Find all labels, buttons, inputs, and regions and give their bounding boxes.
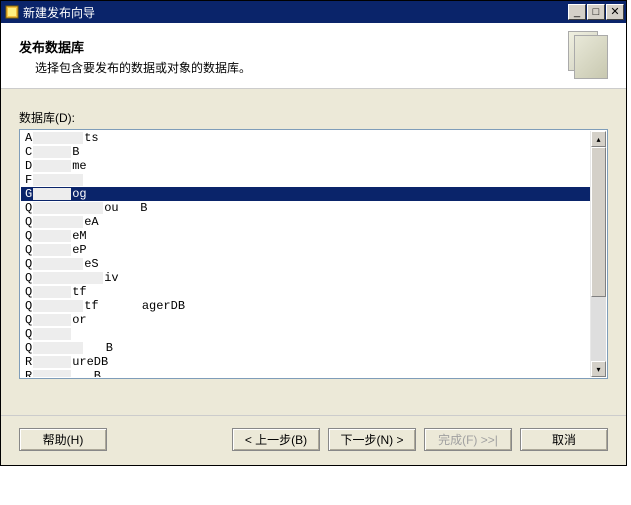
obscured-text xyxy=(33,202,103,214)
minimize-button[interactable]: _ xyxy=(568,4,586,20)
obscured-text xyxy=(33,370,71,377)
list-item-prefix: Q xyxy=(25,285,32,299)
list-item-prefix: F xyxy=(25,173,32,187)
list-item-suffix: ts xyxy=(84,131,98,145)
obscured-text xyxy=(33,230,71,242)
obscured-text xyxy=(33,216,83,228)
obscured-text xyxy=(33,342,83,354)
list-item-suffix: eA xyxy=(84,215,98,229)
list-item[interactable]: QeM xyxy=(21,229,590,243)
header-graphic-icon xyxy=(560,31,608,83)
list-item-prefix: Q xyxy=(25,327,32,341)
window-title: 新建发布向导 xyxy=(23,4,567,21)
list-item[interactable]: QeP xyxy=(21,243,590,257)
list-item-prefix: Q xyxy=(25,271,32,285)
list-item-prefix: Q xyxy=(25,299,32,313)
list-item-prefix: A xyxy=(25,131,32,145)
obscured-text xyxy=(33,328,71,340)
content-area: 数据库(D): AtsCBDmeFGogQou BQeAQeMQePQeSQiv… xyxy=(1,89,626,415)
list-item-suffix: eS xyxy=(84,257,98,271)
finish-button: 完成(F) >>| xyxy=(424,428,512,451)
list-item-suffix: og xyxy=(72,187,86,201)
database-listbox[interactable]: AtsCBDmeFGogQou BQeAQeMQePQeSQivQtfQtf a… xyxy=(19,129,608,379)
maximize-button[interactable]: □ xyxy=(587,4,605,20)
list-item[interactable]: Ats xyxy=(21,131,590,145)
list-item-prefix: Q xyxy=(25,215,32,229)
obscured-text xyxy=(33,286,71,298)
obscured-text xyxy=(33,356,71,368)
list-item-suffix: B xyxy=(84,341,113,355)
next-button[interactable]: 下一步(N) > xyxy=(328,428,416,451)
page-title: 发布数据库 xyxy=(19,37,560,56)
obscured-text xyxy=(33,188,71,200)
database-list[interactable]: AtsCBDmeFGogQou BQeAQeMQePQeSQivQtfQtf a… xyxy=(21,131,590,377)
list-item[interactable]: R B xyxy=(21,369,590,377)
wizard-footer: 帮助(H) < 上一步(B) 下一步(N) > 完成(F) >>| 取消 xyxy=(1,415,626,465)
list-item-suffix: ureDB xyxy=(72,355,108,369)
list-item[interactable]: Qor xyxy=(21,313,590,327)
obscured-text xyxy=(33,174,83,186)
obscured-text xyxy=(33,146,71,158)
list-item-suffix: tf agerDB xyxy=(84,299,185,313)
app-icon xyxy=(5,5,19,19)
list-item-prefix: D xyxy=(25,159,32,173)
list-item-suffix: tf xyxy=(72,285,86,299)
list-item-suffix: or xyxy=(72,313,86,327)
list-item[interactable]: RureDB xyxy=(21,355,590,369)
window-buttons: _ □ ✕ xyxy=(567,4,624,20)
list-item-prefix: R xyxy=(25,369,32,377)
list-item-prefix: Q xyxy=(25,341,32,355)
list-item[interactable]: Dme xyxy=(21,159,590,173)
list-item-suffix: B xyxy=(72,145,79,159)
list-item[interactable]: Qtf agerDB xyxy=(21,299,590,313)
list-item-prefix: Q xyxy=(25,201,32,215)
list-item-prefix: Q xyxy=(25,229,32,243)
list-item-suffix: iv xyxy=(104,271,118,285)
list-item-prefix: R xyxy=(25,355,32,369)
list-item[interactable]: F xyxy=(21,173,590,187)
obscured-text xyxy=(33,314,71,326)
list-item-suffix: B xyxy=(72,369,101,377)
list-item[interactable]: Qtf xyxy=(21,285,590,299)
list-item[interactable]: Q B xyxy=(21,341,590,355)
obscured-text xyxy=(33,132,83,144)
page-subtitle: 选择包含要发布的数据或对象的数据库。 xyxy=(19,59,560,76)
list-item[interactable]: Gog xyxy=(21,187,590,201)
cancel-button[interactable]: 取消 xyxy=(520,428,608,451)
header-text: 发布数据库 选择包含要发布的数据或对象的数据库。 xyxy=(19,37,560,76)
scroll-down-button[interactable]: ▾ xyxy=(591,361,606,377)
titlebar: 新建发布向导 _ □ ✕ xyxy=(1,1,626,23)
list-item-prefix: C xyxy=(25,145,32,159)
database-list-label: 数据库(D): xyxy=(19,109,608,126)
wizard-window: 新建发布向导 _ □ ✕ 发布数据库 选择包含要发布的数据或对象的数据库。 数据… xyxy=(0,0,627,466)
scroll-track[interactable] xyxy=(591,147,606,361)
obscured-text xyxy=(33,244,71,256)
list-item-prefix: Q xyxy=(25,313,32,327)
help-button[interactable]: 帮助(H) xyxy=(19,428,107,451)
list-item[interactable]: Q xyxy=(21,327,590,341)
list-item-prefix: G xyxy=(25,187,32,201)
close-button[interactable]: ✕ xyxy=(606,4,624,20)
list-item-suffix: eM xyxy=(72,229,86,243)
list-item[interactable]: Qou B xyxy=(21,201,590,215)
vertical-scrollbar[interactable]: ▴ ▾ xyxy=(590,131,606,377)
obscured-text xyxy=(33,272,103,284)
list-item[interactable]: QeA xyxy=(21,215,590,229)
scroll-thumb[interactable] xyxy=(591,147,606,297)
list-item-suffix: ou B xyxy=(104,201,147,215)
list-item[interactable]: CB xyxy=(21,145,590,159)
wizard-header: 发布数据库 选择包含要发布的数据或对象的数据库。 xyxy=(1,23,626,89)
back-button[interactable]: < 上一步(B) xyxy=(232,428,320,451)
list-item[interactable]: QeS xyxy=(21,257,590,271)
list-item-prefix: Q xyxy=(25,243,32,257)
obscured-text xyxy=(33,300,83,312)
list-item-prefix: Q xyxy=(25,257,32,271)
obscured-text xyxy=(33,160,71,172)
list-item[interactable]: Qiv xyxy=(21,271,590,285)
list-item-suffix: eP xyxy=(72,243,86,257)
scroll-up-button[interactable]: ▴ xyxy=(591,131,606,147)
obscured-text xyxy=(33,258,83,270)
list-item-suffix: me xyxy=(72,159,86,173)
